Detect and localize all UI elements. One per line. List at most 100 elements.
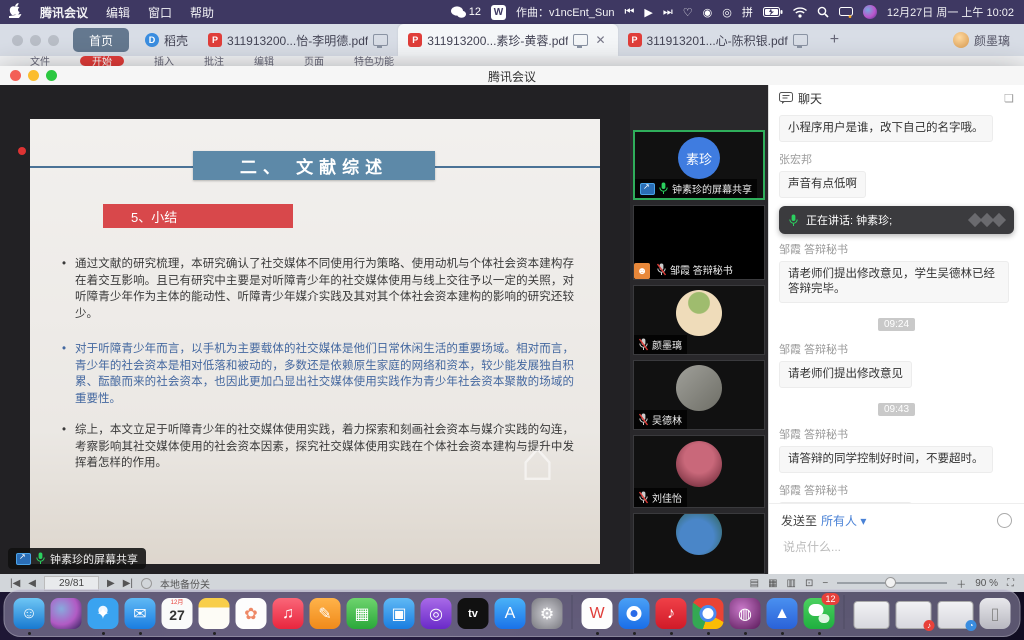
dock-chrome-icon[interactable] bbox=[693, 598, 724, 629]
dock-numbers-icon[interactable]: ▦ bbox=[347, 598, 378, 629]
apple-menu-icon[interactable] bbox=[0, 3, 31, 21]
dock-keynote-icon[interactable]: ▣ bbox=[384, 598, 415, 629]
toolbar-item-3[interactable]: 批注 bbox=[204, 56, 224, 66]
meeting-camera-icon bbox=[627, 606, 642, 621]
tab-close-icon[interactable]: ✕ bbox=[593, 33, 607, 47]
dock-finder-icon[interactable]: ☺ bbox=[14, 598, 45, 629]
dock-minimized-window-1[interactable] bbox=[854, 601, 890, 629]
battery-icon[interactable] bbox=[763, 7, 783, 17]
view-mode-icon-3[interactable]: ▥ bbox=[787, 578, 796, 589]
participant-tile[interactable]: ☻邹霞 答辩秘书 bbox=[633, 205, 765, 280]
wechat-bubble-icon bbox=[819, 614, 830, 623]
participant-tile[interactable] bbox=[633, 513, 765, 574]
first-page-icon[interactable]: |◀ bbox=[10, 578, 20, 589]
participant-tile[interactable]: 吴德林 bbox=[633, 360, 765, 430]
new-tab-button[interactable]: + bbox=[818, 31, 851, 49]
participant-tile[interactable]: 刘佳怡 bbox=[633, 435, 765, 508]
wechat-menubar-icon[interactable]: 12 bbox=[451, 6, 481, 19]
tab-home[interactable]: 首页 bbox=[73, 28, 129, 52]
presentation-monitor-icon[interactable] bbox=[793, 34, 808, 46]
fullscreen-toggle-icon[interactable]: ⛶ bbox=[1007, 578, 1014, 589]
view-mode-icon-2[interactable]: ▦ bbox=[768, 578, 777, 589]
fit-page-icon[interactable]: ⊡ bbox=[805, 578, 813, 589]
send-to-selector[interactable]: 所有人 ▾ bbox=[821, 512, 866, 529]
next-page-icon[interactable]: ▶ bbox=[107, 578, 115, 589]
dock-app-store-icon[interactable]: A bbox=[495, 598, 526, 629]
menubar-datetime[interactable]: 12月27日 周一 上午 10:02 bbox=[887, 4, 1014, 20]
spotlight-search-icon[interactable] bbox=[817, 6, 829, 18]
toolbar-item-5[interactable]: 页面 bbox=[304, 56, 324, 66]
dock-calendar-icon[interactable]: 12月27 bbox=[162, 598, 193, 629]
prev-page-icon[interactable]: ◀ bbox=[28, 578, 36, 589]
media-prev-icon[interactable]: ⏮ bbox=[624, 6, 634, 19]
dock-mail-icon[interactable]: ✉ bbox=[125, 598, 156, 629]
dock-tencent-docs-icon[interactable]: ▲ bbox=[767, 598, 798, 629]
menu-edit[interactable]: 编辑 bbox=[97, 4, 139, 21]
menu-app-name[interactable]: 腾讯会议 bbox=[31, 4, 97, 21]
zoom-slider[interactable] bbox=[837, 582, 947, 584]
dock-siri-icon[interactable] bbox=[51, 598, 82, 629]
dock-minimized-window-2[interactable]: ♪ bbox=[896, 601, 932, 629]
dock-music-icon[interactable]: ♫ bbox=[273, 598, 304, 629]
dock-minimized-window-3[interactable]: ◔ bbox=[938, 601, 974, 629]
wps-menubar-icon[interactable]: W bbox=[491, 5, 506, 20]
dock-wps-office-icon[interactable]: W bbox=[582, 598, 613, 629]
dock-wechat-icon[interactable]: 12 bbox=[804, 598, 835, 629]
presentation-monitor-icon[interactable] bbox=[373, 34, 388, 46]
participant-tile[interactable]: 素珍钟素珍的屏幕共享 bbox=[633, 130, 765, 200]
dock-rar-archiver-icon[interactable]: ◍ bbox=[730, 598, 761, 629]
participant-name: 颜墨璃 bbox=[652, 337, 682, 352]
last-page-icon[interactable]: ▶| bbox=[123, 578, 133, 589]
presentation-monitor-icon[interactable] bbox=[573, 34, 588, 46]
media-next-icon[interactable]: ⏭ bbox=[663, 6, 673, 19]
media-play-icon[interactable]: ▶ bbox=[644, 6, 652, 19]
meeting-titlebar[interactable]: 腾讯会议 bbox=[0, 66, 1024, 86]
dock-photos-icon[interactable]: ✿ bbox=[236, 598, 267, 629]
emoji-icon[interactable] bbox=[997, 513, 1012, 528]
screen-share-badge: 钟素珍的屏幕共享 bbox=[8, 548, 146, 569]
account-area[interactable]: 颜墨璃 bbox=[953, 32, 1024, 49]
input-method-icon[interactable]: 拼 bbox=[742, 4, 753, 20]
dock-trash-icon[interactable]: ▯ bbox=[980, 598, 1011, 629]
popout-icon[interactable]: ❏ bbox=[1004, 92, 1014, 105]
minimize-window-icon[interactable] bbox=[30, 35, 41, 46]
zoom-out-icon[interactable]: − bbox=[822, 578, 828, 589]
browser-traffic-lights[interactable] bbox=[0, 35, 71, 46]
slide-title: 二、 文献综述 bbox=[193, 151, 435, 180]
dock-safari-icon[interactable]: ✦ bbox=[88, 598, 119, 629]
display-icon[interactable] bbox=[839, 7, 853, 18]
close-window-icon[interactable] bbox=[12, 35, 23, 46]
chat-message-list[interactable]: 小程序用户是谁，改下自己的名字哦。张宏邦声音有点低啊正在讲话: 钟素珍;邹霞 答… bbox=[769, 111, 1024, 503]
zoom-slider-knob[interactable] bbox=[885, 577, 896, 588]
chat-input[interactable] bbox=[781, 539, 1016, 555]
dock-tencent-meeting-icon[interactable] bbox=[619, 598, 650, 629]
toolbar-item-4[interactable]: 编辑 bbox=[254, 56, 274, 66]
view-mode-icon-1[interactable]: ▤ bbox=[750, 578, 759, 589]
dock-system-preferences-icon[interactable]: ⚙ bbox=[532, 598, 563, 629]
speaking-toast-text: 正在讲话: 钟素珍; bbox=[806, 212, 892, 228]
toolbar-item-6[interactable]: 特色功能 bbox=[354, 56, 394, 66]
menu-help[interactable]: 帮助 bbox=[181, 4, 223, 21]
tab-pdf-4[interactable]: P311913201...心-陈积银.pdf bbox=[618, 24, 818, 56]
tab-pdf-3[interactable]: P311913200...素珍-黄蓉.pdf✕ bbox=[398, 24, 617, 56]
tab-pdf-2[interactable]: P311913200...怡-李明德.pdf bbox=[198, 24, 398, 56]
dock-apple-tv-icon[interactable]: tv bbox=[458, 598, 489, 629]
dock-podcasts-icon[interactable]: ◎ bbox=[421, 598, 452, 629]
record-icon[interactable]: ◉ bbox=[703, 6, 713, 19]
toolbar-item-2[interactable]: 插入 bbox=[154, 56, 174, 66]
siri-icon[interactable] bbox=[863, 5, 877, 19]
menu-window[interactable]: 窗口 bbox=[139, 4, 181, 21]
dock-pages-icon[interactable]: ✎ bbox=[310, 598, 341, 629]
tab-docer[interactable]: D稻壳 bbox=[135, 24, 198, 56]
toolbar-item-1[interactable]: 开始 bbox=[80, 56, 124, 66]
toolbar-item-0[interactable]: 文件 bbox=[30, 56, 50, 66]
play-circle-icon[interactable]: ◎ bbox=[722, 6, 732, 19]
dock-netease-music-icon[interactable]: ♪ bbox=[656, 598, 687, 629]
zoom-level[interactable]: 90 % bbox=[975, 578, 998, 589]
wifi-icon[interactable] bbox=[793, 7, 807, 18]
dock-notes-icon[interactable] bbox=[199, 598, 230, 629]
participant-avatar bbox=[676, 290, 722, 336]
participant-tile[interactable]: 颜墨璃 bbox=[633, 285, 765, 355]
heart-icon[interactable]: ♡ bbox=[683, 6, 693, 19]
zoom-window-icon[interactable] bbox=[48, 35, 59, 46]
